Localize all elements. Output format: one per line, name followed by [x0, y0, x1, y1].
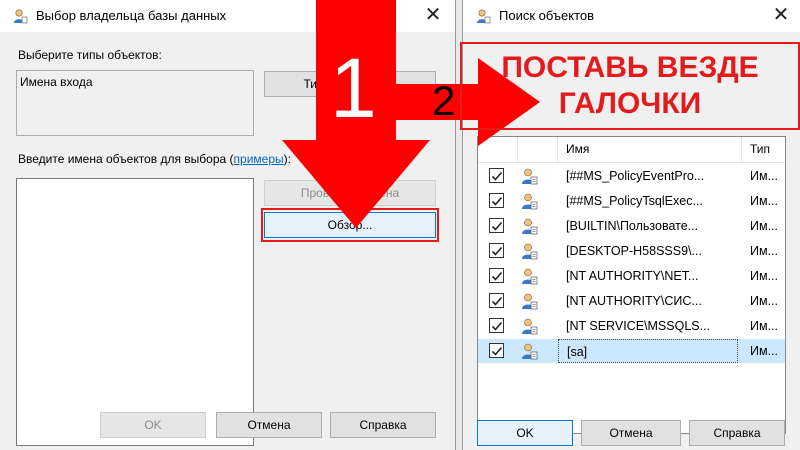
column-header-icon[interactable]	[518, 137, 558, 163]
column-header-name[interactable]: Имя	[558, 137, 742, 163]
row-checkbox[interactable]	[489, 268, 504, 283]
row-name: [NT SERVICE\MSSQLS...	[566, 319, 711, 333]
checkmark-icon	[491, 171, 503, 181]
list-item[interactable]: [DESKTOP-H58SSS9\... Им...	[478, 239, 785, 263]
window-title: Поиск объектов	[499, 8, 595, 23]
row-checkbox[interactable]	[489, 193, 504, 208]
row-checkbox[interactable]	[489, 168, 504, 183]
list-item[interactable]: [BUILTIN\Пользовате... Им...	[478, 214, 785, 238]
list-item[interactable]: [NT AUTHORITY\СИС... Им...	[478, 289, 785, 313]
object-types-label: Выберите типы объектов:	[18, 48, 162, 62]
title-bar: Выбор владельца базы данных ✕	[0, 0, 455, 32]
column-header-check[interactable]	[478, 137, 518, 163]
title-bar: Поиск объектов ✕	[463, 0, 800, 32]
checkmark-icon	[491, 221, 503, 231]
row-checkbox[interactable]	[489, 243, 504, 258]
list-item[interactable]: [sa] Им...	[478, 339, 785, 363]
row-type: Им...	[750, 269, 778, 283]
row-checkbox[interactable]	[489, 293, 504, 308]
cancel-button[interactable]: Отмена	[581, 420, 681, 446]
row-type: Им...	[750, 294, 778, 308]
instruction-line-2: ГАЛОЧКИ	[558, 87, 702, 120]
dialog-body: Выберите типы объектов: Имена входа Типы…	[0, 32, 455, 450]
row-type: Им...	[750, 219, 778, 233]
object-names-input[interactable]	[16, 178, 254, 446]
row-checkbox[interactable]	[489, 318, 504, 333]
instruction-line-1: ПОСТАВЬ ВЕЗДЕ	[501, 51, 759, 84]
row-type: Им...	[750, 169, 778, 183]
row-checkbox[interactable]	[489, 218, 504, 233]
user-icon	[522, 168, 538, 185]
checkmark-icon	[491, 246, 503, 256]
checkmark-icon	[491, 196, 503, 206]
window-title: Выбор владельца базы данных	[36, 8, 227, 23]
list-item[interactable]: [##MS_PolicyTsqlExec... Им...	[478, 189, 785, 213]
user-icon	[522, 193, 538, 210]
row-type: Им...	[750, 244, 778, 258]
ok-button[interactable]: OK	[477, 420, 573, 446]
ok-button[interactable]: OK	[100, 412, 206, 438]
user-icon	[522, 268, 538, 285]
checkmark-icon	[491, 346, 503, 356]
help-button[interactable]: Справка	[689, 420, 785, 446]
list-item[interactable]: [##MS_PolicyEventPro... Им...	[478, 164, 785, 188]
row-name: [BUILTIN\Пользовате...	[566, 219, 699, 233]
cancel-button[interactable]: Отмена	[216, 412, 322, 438]
user-icon	[522, 343, 538, 360]
row-type: Им...	[750, 194, 778, 208]
row-name: [NT AUTHORITY\СИС...	[566, 294, 702, 308]
user-icon	[477, 9, 491, 24]
objects-list[interactable]: Имя Тип [##MS_PolicyEventPro... Им... [##M…	[477, 136, 786, 434]
help-button[interactable]: Справка	[330, 412, 436, 438]
column-header-type[interactable]: Тип	[742, 137, 785, 163]
checkmark-icon	[491, 271, 503, 281]
instruction-text: ПОСТАВЬ ВЕЗДЕ ГАЛОЧКИ	[460, 50, 800, 122]
checkmark-icon	[491, 321, 503, 331]
object-types-value: Имена входа	[20, 75, 93, 89]
checkmark-icon	[491, 296, 503, 306]
close-icon[interactable]: ✕	[421, 4, 445, 28]
row-type: Им...	[750, 344, 778, 358]
list-item[interactable]: [NT SERVICE\MSSQLS... Им...	[478, 314, 785, 338]
close-icon[interactable]: ✕	[769, 4, 793, 28]
examples-link[interactable]: примеры	[234, 152, 284, 166]
enter-names-label: Введите имена объектов для выбора (приме…	[18, 152, 291, 166]
row-name: [NT AUTHORITY\NET...	[566, 269, 699, 283]
step-1-number: 1	[330, 41, 377, 135]
browse-highlight	[261, 208, 439, 242]
row-name: [##MS_PolicyTsqlExec...	[566, 194, 703, 208]
user-icon	[522, 293, 538, 310]
user-icon	[522, 318, 538, 335]
row-checkbox[interactable]	[489, 343, 504, 358]
object-types-field: Имена входа	[16, 70, 254, 136]
row-name: [DESKTOP-H58SSS9\...	[566, 244, 702, 258]
user-icon	[522, 218, 538, 235]
row-name: [##MS_PolicyEventPro...	[566, 169, 705, 183]
check-names-button[interactable]: Проверить имена	[264, 180, 436, 206]
user-icon	[14, 9, 28, 24]
owner-selection-dialog: Выбор владельца базы данных ✕ Выберите т…	[0, 0, 456, 450]
list-header: Имя Тип	[478, 137, 785, 163]
list-item[interactable]: [NT AUTHORITY\NET... Им...	[478, 264, 785, 288]
row-name: [sa]	[558, 339, 738, 363]
step-2-number: 2	[432, 77, 456, 124]
row-type: Им...	[750, 319, 778, 333]
user-icon	[522, 243, 538, 260]
